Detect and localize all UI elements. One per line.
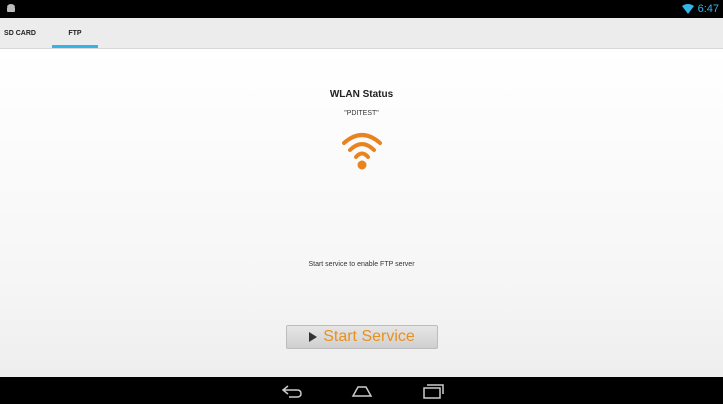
recent-apps-icon[interactable] [420,382,444,400]
status-right: 6:47 [681,1,719,17]
wifi-icon [342,133,382,170]
wifi-signal-icon [681,4,694,14]
ssid-label: "PDITEST" [344,110,379,117]
wlan-status-title: WLAN Status [329,89,394,100]
status-bar: 6:47 [0,0,723,18]
tab-ftp-label: FTP [68,29,82,37]
main-content: WLAN Status "PDITEST" Start service to e… [0,49,723,377]
ftp-hint-text: Start service to enable FTP server [308,261,415,268]
play-icon [309,332,318,342]
start-service-button[interactable]: Start Service [286,325,438,349]
clock: 6:47 [697,3,719,15]
tab-ftp[interactable]: FTP [52,18,98,48]
tab-sd-card-label: SD CARD [4,29,36,37]
tab-selected-indicator [52,45,98,48]
navigation-bar [0,377,723,404]
start-service-label: Start Service [323,328,415,345]
back-icon[interactable] [280,382,304,400]
tab-sd-card[interactable]: SD CARD [0,18,40,48]
android-icon [7,4,15,12]
home-icon[interactable] [350,382,374,400]
tab-bar: SD CARD FTP [0,18,723,49]
